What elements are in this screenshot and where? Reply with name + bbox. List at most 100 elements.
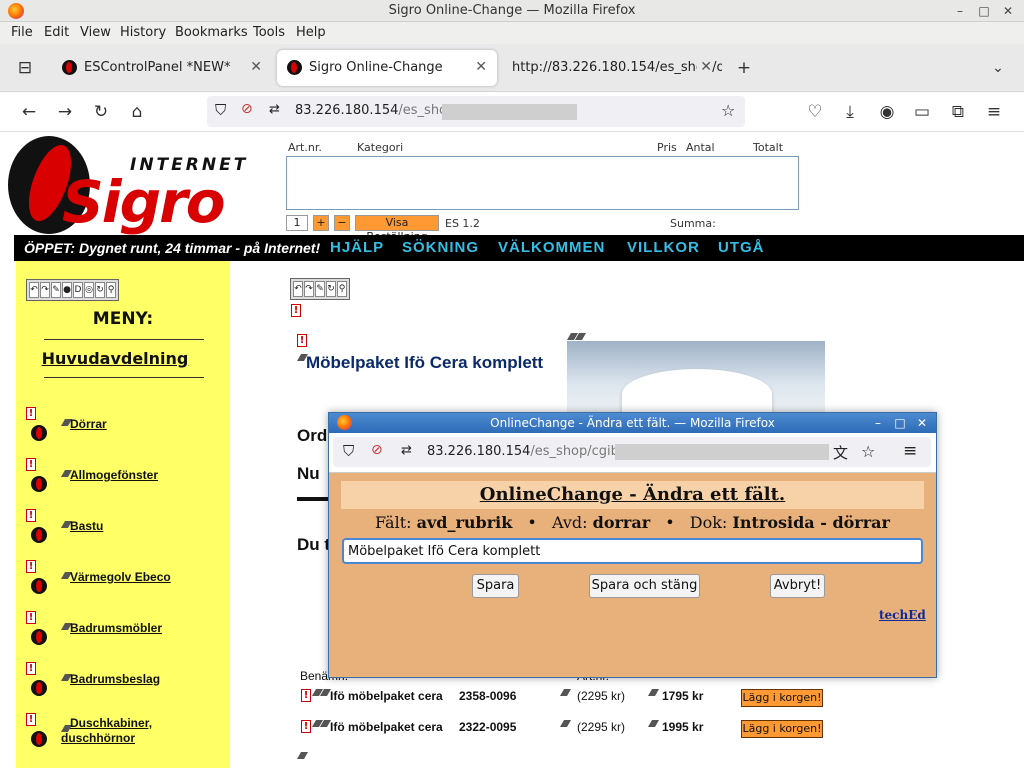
edit-flag-icon[interactable]: ! (26, 662, 36, 675)
maximize-icon[interactable]: □ (891, 413, 909, 433)
menu-bookmarks[interactable]: Bookmarks (175, 25, 248, 40)
quantity-plus-button[interactable]: + (313, 215, 329, 231)
account-icon[interactable]: ◉ (875, 100, 899, 124)
menu-file[interactable]: File (11, 25, 33, 40)
sidebar-item-bastu[interactable]: Bastu (70, 519, 103, 533)
content-edit-toolbar[interactable]: ↶ ↷ ✎ ↻ ⚲ (290, 278, 350, 300)
edit-flag-icon[interactable]: ! (301, 689, 311, 702)
nav-search[interactable]: SÖKNING (402, 239, 479, 256)
close-icon[interactable]: ✕ (913, 413, 931, 433)
pen-icon[interactable]: ✎ (51, 282, 61, 298)
tab-close-icon[interactable]: ✕ (697, 59, 712, 75)
insecure-icon[interactable]: ⊘ (241, 101, 253, 117)
extensions-icon[interactable]: ⧉ (946, 100, 970, 124)
menu-help[interactable]: Help (296, 25, 326, 40)
tab-url[interactable]: http://83.226.180.154/es_shop/or ✕ (502, 50, 722, 86)
maximize-icon[interactable]: □ (976, 3, 992, 19)
zoom-icon[interactable]: ⚲ (337, 281, 347, 297)
teched-link[interactable]: techEd (879, 608, 926, 622)
design-icon[interactable]: D (73, 282, 83, 298)
save-button[interactable]: Spara (472, 574, 519, 598)
cart-list[interactable] (286, 156, 799, 210)
nav-welcome[interactable]: VÄLKOMMEN (498, 239, 605, 256)
edit-flag-icon[interactable]: ! (26, 458, 36, 471)
list-all-tabs-icon[interactable]: ⌄ (986, 56, 1010, 80)
main-department-link[interactable]: Huvudavdelning (16, 349, 214, 368)
reload-icon[interactable]: ↻ (89, 100, 113, 124)
minimize-icon[interactable]: – (869, 413, 887, 433)
edit-pen-icon[interactable] (296, 752, 309, 759)
sidebar-item-badrumsmobler[interactable]: Badrumsmöbler (70, 621, 162, 635)
undo-icon[interactable]: ↶ (29, 282, 39, 298)
edit-flag-icon[interactable]: ! (291, 304, 301, 317)
tab-sigro-online-change[interactable]: Sigro Online-Change ✕ (277, 50, 497, 86)
sidebar-edit-toolbar[interactable]: ↶ ↷ ✎ ● D ◎ ↻ ⚲ (26, 279, 119, 301)
sidebar-item-duschhornor[interactable]: duschhörnor (61, 731, 135, 745)
sidebar-item-dorrar[interactable]: Dörrar (70, 417, 107, 431)
edit-pen-icon[interactable] (559, 720, 572, 727)
nav-terms[interactable]: VILLKOR (627, 239, 700, 256)
tab-overview-icon[interactable]: ⊟ (13, 56, 37, 80)
nav-exit[interactable]: UTGÅ (718, 239, 765, 256)
forward-icon[interactable]: → (53, 100, 77, 124)
menu-tools[interactable]: Tools (253, 25, 285, 40)
permissions-icon[interactable]: ⇄ (401, 443, 412, 458)
edit-flag-icon[interactable]: ! (26, 407, 36, 420)
edit-flag-icon[interactable]: ! (301, 720, 311, 733)
sidebar-item-varmegolv[interactable]: Värmegolv Ebeco (70, 570, 171, 584)
bookmark-star-icon[interactable]: ☆ (861, 442, 875, 461)
field-edit-input[interactable] (342, 538, 923, 564)
refresh-icon[interactable]: ↻ (326, 281, 336, 297)
edit-pen-icon[interactable] (647, 720, 660, 727)
sidebar-item-badrumsbeslag[interactable]: Badrumsbeslag (70, 672, 160, 686)
shield-icon[interactable]: ⛉ (343, 442, 354, 460)
menu-view[interactable]: View (80, 25, 111, 40)
quantity-input[interactable]: 1 (286, 215, 308, 231)
undo-icon[interactable]: ↶ (293, 281, 303, 297)
edit-flag-icon[interactable]: ! (297, 334, 307, 347)
close-icon[interactable]: ✕ (1000, 3, 1016, 19)
sidebar-item-duschkabiner[interactable]: Duschkabiner, (70, 716, 152, 730)
add-to-cart-button[interactable]: Lägg i korgen! (741, 720, 823, 738)
translate-icon[interactable]: 文 (833, 442, 848, 463)
edit-flag-icon[interactable]: ! (26, 611, 36, 624)
app-menu-icon[interactable]: ≡ (982, 100, 1006, 124)
home-icon[interactable]: ⌂ (125, 100, 149, 124)
pen-icon[interactable]: ✎ (315, 281, 325, 297)
quantity-minus-button[interactable]: − (334, 215, 350, 231)
permissions-icon[interactable]: ⇄ (269, 102, 280, 117)
nav-help[interactable]: HJÄLP (330, 239, 384, 256)
add-to-cart-button[interactable]: Lägg i korgen! (741, 689, 823, 707)
save-and-close-button[interactable]: Spara och stäng (589, 574, 700, 598)
new-tab-button[interactable]: + (732, 56, 756, 80)
edit-pen-icon[interactable] (647, 689, 660, 696)
shield-icon[interactable]: ⛉ (215, 101, 226, 119)
edit-flag-icon[interactable]: ! (26, 713, 36, 726)
insecure-icon[interactable]: ⊘ (371, 442, 383, 458)
view-icon[interactable]: ◎ (84, 282, 94, 298)
refresh-icon[interactable]: ↻ (95, 282, 105, 298)
tab-close-icon[interactable]: ✕ (475, 59, 487, 75)
redo-icon[interactable]: ↷ (40, 282, 50, 298)
popup-url-bar[interactable]: ⛉ ⊘ ⇄ 83.226.180.154/es_shop/cgibin/ 文 ☆… (333, 437, 931, 467)
minimize-icon[interactable]: – (952, 3, 968, 19)
tab-close-icon[interactable]: ✕ (250, 59, 262, 75)
show-order-button[interactable]: Visa Beställning (355, 215, 439, 243)
redo-icon[interactable]: ↷ (304, 281, 314, 297)
url-bar[interactable]: ⛉ ⊘ ⇄ 83.226.180.154/es_shop/ ☆ (207, 96, 745, 127)
pocket-icon[interactable]: ♡ (803, 100, 827, 124)
tab-escontrolpanel[interactable]: ESControlPanel *NEW* ✕ (52, 50, 272, 86)
menu-history[interactable]: History (120, 25, 166, 40)
cancel-button[interactable]: Avbryt! (770, 574, 825, 598)
edit-flag-icon[interactable]: ! (26, 509, 36, 522)
bookmark-star-icon[interactable]: ☆ (721, 101, 735, 120)
download-icon[interactable]: ⤓ (838, 100, 862, 124)
sidebar-item-allmogefonster[interactable]: Allmogefönster (70, 468, 158, 482)
menu-edit[interactable]: Edit (44, 25, 69, 40)
reader-icon[interactable]: ▭ (910, 100, 934, 124)
color-icon[interactable]: ● (62, 282, 72, 298)
edit-flag-icon[interactable]: ! (26, 560, 36, 573)
app-menu-icon[interactable]: ≡ (903, 441, 917, 461)
zoom-icon[interactable]: ⚲ (106, 282, 116, 298)
edit-pen-icon[interactable] (559, 689, 572, 696)
